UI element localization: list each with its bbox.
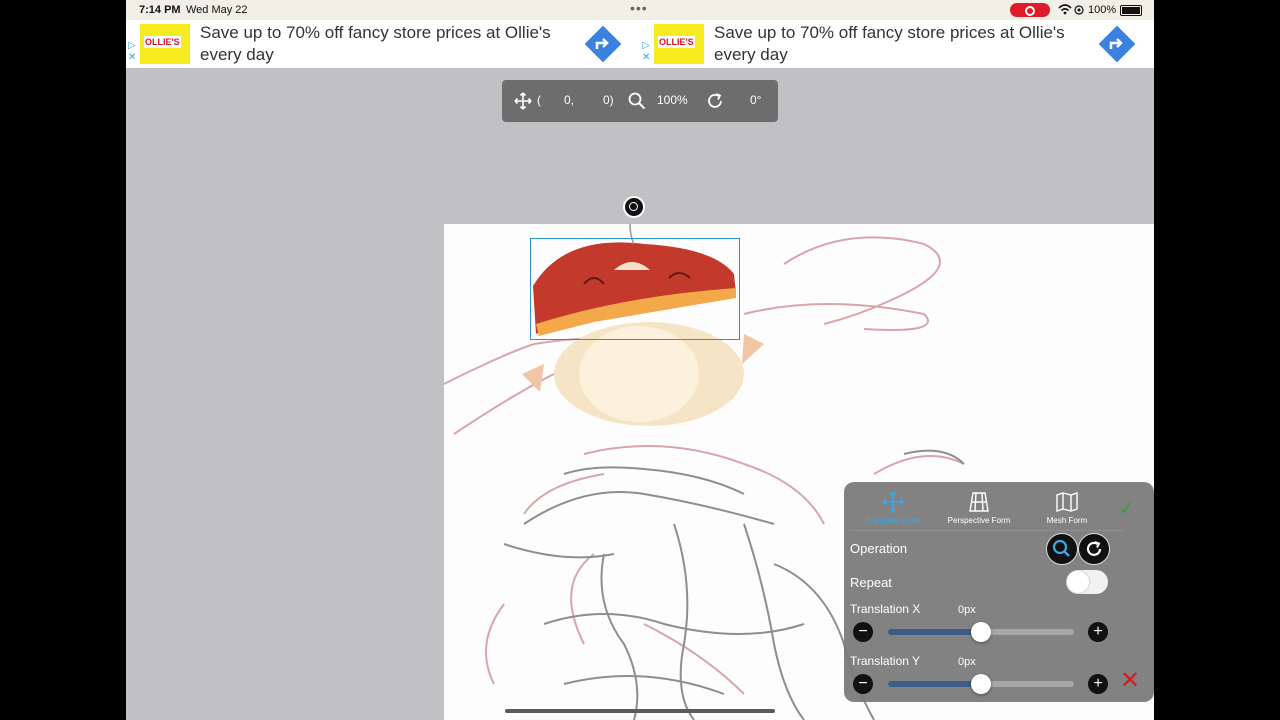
status-date: Wed May 22 (186, 4, 248, 16)
rotation-handle[interactable] (623, 196, 645, 218)
directions-arrow-icon[interactable] (1098, 25, 1136, 63)
translation-y-label: Translation Y (850, 654, 921, 668)
ad-left[interactable]: ▷ ✕ OLLIE'S Save up to 70% off fancy stor… (126, 20, 641, 68)
slider-thumb[interactable] (971, 622, 991, 642)
ollies-logo: OLLIE'S (654, 24, 704, 64)
status-time: 7:14 PM (139, 4, 181, 16)
repeat-label: Repeat (850, 575, 892, 590)
slider-fill (888, 681, 981, 687)
translation-x-value: 0px (958, 604, 976, 616)
wifi-icon (1058, 4, 1072, 15)
adchoices-icon[interactable]: ▷ ✕ (642, 40, 650, 64)
canvas-scrollbar[interactable] (505, 709, 775, 713)
selection-bounding-box[interactable] (530, 238, 740, 340)
operation-rotate-button[interactable] (1078, 533, 1110, 565)
ipad-screen: 7:14 PM Wed May 22 ••• 100% ▷ ✕ OLLIE'S S… (126, 0, 1154, 720)
zoom-icon (1052, 539, 1070, 557)
translation-x-decrease-button[interactable]: − (853, 622, 873, 642)
cancel-x-icon[interactable]: ✕ (1120, 666, 1140, 695)
rotate-icon (1086, 541, 1102, 556)
translation-x-slider[interactable] (888, 622, 1074, 642)
position-y: 0) (603, 93, 614, 107)
directions-arrow-icon[interactable] (584, 25, 622, 63)
move-arrows-icon (882, 491, 904, 513)
adchoices-icon[interactable]: ▷ ✕ (128, 40, 136, 64)
operation-zoom-button[interactable] (1046, 533, 1078, 565)
tab-label: Mesh Form (1046, 516, 1088, 525)
tab-mesh-form[interactable]: Mesh Form (1022, 490, 1112, 525)
translation-y-decrease-button[interactable]: − (853, 674, 873, 694)
zoom-value: 100% (657, 93, 688, 107)
confirm-check-icon[interactable]: ✓ (1118, 496, 1135, 521)
status-bar: 7:14 PM Wed May 22 ••• 100% (126, 0, 1154, 20)
panel-divider (850, 530, 1124, 531)
tab-label: Perspective Form (947, 516, 1011, 525)
repeat-toggle[interactable] (1066, 570, 1108, 594)
rotation-value: 0° (750, 93, 762, 107)
ad-text[interactable]: Save up to 70% off fancy store prices at… (200, 22, 580, 66)
slider-thumb[interactable] (971, 674, 991, 694)
screen-recording-indicator[interactable] (1010, 3, 1050, 17)
move-icon (514, 92, 532, 110)
translation-x-label: Translation X (850, 602, 921, 616)
position-x: 0, (564, 93, 575, 107)
battery-icon (1120, 5, 1142, 16)
transform-info-bar: ( 0, 0) 100% 0° (502, 80, 778, 122)
slider-fill (888, 629, 981, 635)
position-open-paren: ( (537, 93, 541, 107)
translation-y-value: 0px (958, 656, 976, 668)
transform-panel: Translate Scale Perspective Form Mesh Fo… (844, 482, 1154, 702)
tab-perspective-form[interactable]: Perspective Form (934, 490, 1024, 525)
ad-text[interactable]: Save up to 70% off fancy store prices at… (714, 22, 1094, 66)
mesh-map-icon (1056, 492, 1078, 512)
zoom-icon (628, 92, 646, 110)
multitasking-dots[interactable]: ••• (630, 0, 648, 16)
battery-percent: 100% (1088, 4, 1117, 16)
rotate-icon (708, 93, 722, 108)
ad-right[interactable]: ▷ ✕ OLLIE'S Save up to 70% off fancy stor… (640, 20, 1154, 68)
ollies-logo: OLLIE'S (140, 24, 190, 64)
translation-y-slider[interactable] (888, 674, 1074, 694)
translation-y-increase-button[interactable]: + (1088, 674, 1108, 694)
location-icon (1074, 5, 1084, 15)
tab-label: Translate Scale (865, 516, 921, 525)
tab-translate-scale[interactable]: Translate Scale (848, 490, 938, 525)
perspective-grid-icon (969, 492, 989, 512)
translation-x-increase-button[interactable]: + (1088, 622, 1108, 642)
ad-banner: ▷ ✕ OLLIE'S Save up to 70% off fancy stor… (126, 20, 1154, 68)
operation-label: Operation (850, 541, 908, 556)
